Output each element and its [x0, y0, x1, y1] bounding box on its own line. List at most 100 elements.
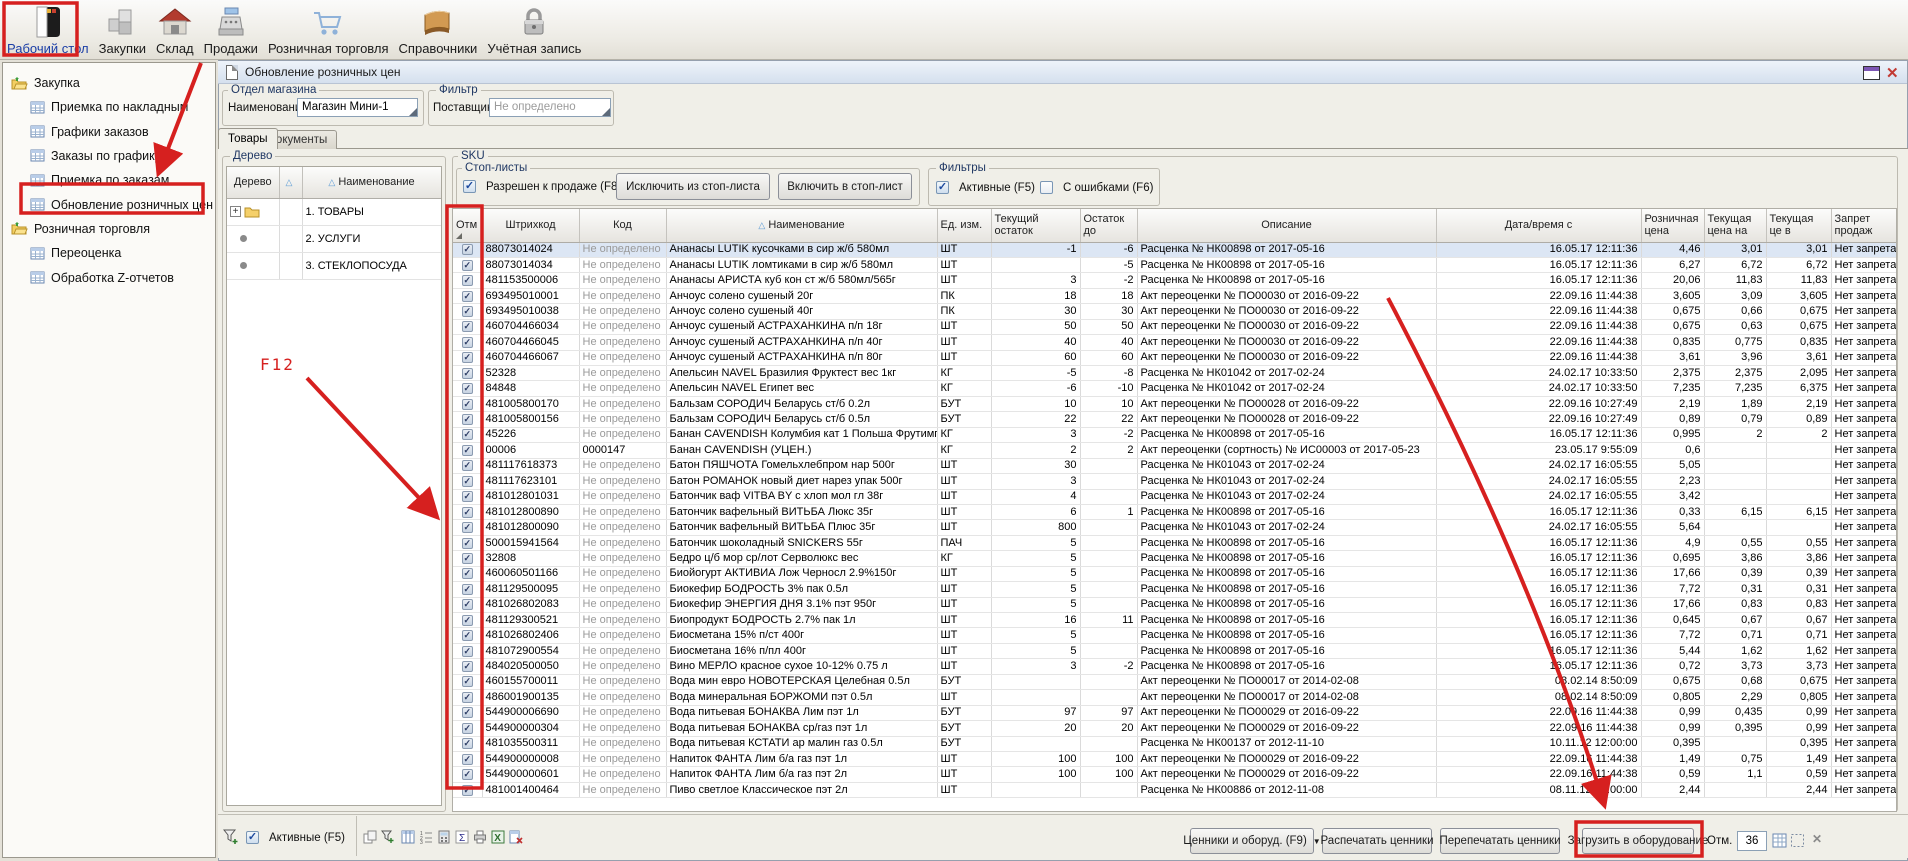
tab-goods[interactable]: Товары [218, 128, 278, 149]
table-row[interactable]: ✓481129500095Не определеноБиокефир БОДРО… [453, 582, 1896, 597]
row-select-cell[interactable]: ✓ [453, 381, 482, 396]
tree-col-sort[interactable]: △ [279, 167, 302, 198]
table-row[interactable]: ✓481117623101Не определеноБатон РОМАНОК … [453, 474, 1896, 489]
table-row[interactable]: ✓481117618373Не определеноБатон ПЯШЧОТА … [453, 458, 1896, 473]
row-checkbox[interactable]: ✓ [462, 368, 473, 379]
tree-row[interactable]: 3. СТЕКЛОПОСУДА [227, 252, 441, 279]
table-row[interactable]: ✓693495010001Не определеноАнчоус солено … [453, 288, 1896, 303]
row-checkbox[interactable]: ✓ [462, 754, 473, 765]
header-retail-price[interactable]: Розничная цена [1641, 209, 1704, 242]
row-select-cell[interactable]: ✓ [453, 582, 482, 597]
row-checkbox[interactable]: ✓ [462, 553, 473, 564]
row-select-cell[interactable]: ✓ [453, 412, 482, 427]
row-select-cell[interactable]: ✓ [453, 396, 482, 411]
sidebar-group-retail[interactable]: Розничная торговля [3, 217, 215, 241]
header-code[interactable]: Код [579, 209, 666, 242]
row-select-cell[interactable]: ✓ [453, 257, 482, 272]
row-select-cell[interactable]: ✓ [453, 350, 482, 365]
row-select-cell[interactable]: ✓ [453, 366, 482, 381]
row-checkbox[interactable]: ✓ [462, 399, 473, 410]
copy-special-icon[interactable] [362, 829, 377, 844]
grid-icon[interactable] [1772, 833, 1787, 848]
row-checkbox[interactable]: ✓ [462, 275, 473, 286]
filter-plus-icon[interactable] [223, 829, 240, 845]
header-current-price-na[interactable]: Текущая цена на [1704, 209, 1766, 242]
table-row[interactable]: ✓88073014024Не определеноАнанасы LUTIK к… [453, 242, 1896, 257]
row-select-cell[interactable]: ✓ [453, 319, 482, 334]
table-row[interactable]: ✓481001400464Не определеноПиво светлое К… [453, 782, 1896, 797]
allow-sale-checkbox[interactable]: ✓ [463, 180, 476, 193]
row-checkbox[interactable]: ✓ [462, 321, 473, 332]
row-select-cell[interactable]: ✓ [453, 690, 482, 705]
row-checkbox[interactable]: ✓ [462, 676, 473, 687]
row-select-cell[interactable]: ✓ [453, 304, 482, 319]
row-checkbox[interactable]: ✓ [462, 414, 473, 425]
table-row[interactable]: ✓88073014034Не определеноАнанасы LUTIK л… [453, 257, 1896, 272]
row-checkbox[interactable]: ✓ [462, 507, 473, 518]
numbering-icon[interactable]: 123 [418, 829, 433, 844]
toolbar-item-purchases[interactable]: Закупки [94, 2, 151, 58]
filter-plus-icon[interactable] [380, 829, 395, 844]
tree-col-tree[interactable]: Дерево [227, 167, 279, 198]
table-row[interactable]: ✓460704466034Не определеноАнчоус сушеный… [453, 319, 1896, 334]
active-filter-checkbox[interactable]: ✓ [936, 181, 949, 194]
table-row[interactable]: ✓484020500050Не определеноВино МЕРЛО кра… [453, 659, 1896, 674]
close-panel-icon[interactable]: ✕ [1812, 832, 1822, 846]
row-select-cell[interactable]: ✓ [453, 751, 482, 766]
row-select-cell[interactable]: ✓ [453, 782, 482, 797]
department-name-input[interactable]: Магазин Мини-1 [297, 98, 418, 117]
toolbar-item-references[interactable]: Справочники [394, 2, 483, 58]
row-select-cell[interactable]: ✓ [453, 335, 482, 350]
toolbar-item-sales[interactable]: Продажи [199, 2, 263, 58]
sidebar-item-retail-price-update[interactable]: Обновление розничных цен [3, 193, 215, 217]
row-checkbox[interactable]: ✓ [462, 769, 473, 780]
row-select-cell[interactable]: ✓ [453, 520, 482, 535]
row-select-cell[interactable]: ✓ [453, 736, 482, 751]
row-select-cell[interactable]: ✓ [453, 443, 482, 458]
row-select-cell[interactable]: ✓ [453, 504, 482, 519]
row-checkbox[interactable]: ✓ [462, 476, 473, 487]
row-checkbox[interactable]: ✓ [462, 692, 473, 703]
row-checkbox[interactable]: ✓ [462, 538, 473, 549]
table-row[interactable]: ✓32808Не определеноБедро ц/б мор ср/лот … [453, 551, 1896, 566]
table-row[interactable]: ✓45226Не определеноБанан CAVENDISH Колум… [453, 427, 1896, 442]
row-select-cell[interactable]: ✓ [453, 643, 482, 658]
row-checkbox[interactable]: ✓ [462, 445, 473, 456]
row-select-cell[interactable]: ✓ [453, 242, 482, 257]
row-checkbox[interactable]: ✓ [462, 491, 473, 502]
table-row[interactable]: ✓481153500006Не определеноАнанасы АРИСТА… [453, 273, 1896, 288]
row-select-cell[interactable]: ✓ [453, 721, 482, 736]
row-checkbox[interactable]: ✓ [462, 291, 473, 302]
row-checkbox[interactable]: ✓ [462, 306, 473, 317]
table-row[interactable]: ✓460060501166Не определеноБиойогурт АКТИ… [453, 566, 1896, 581]
row-select-cell[interactable]: ✓ [453, 474, 482, 489]
row-checkbox[interactable]: ✓ [462, 707, 473, 718]
table-row[interactable]: ✓486001900135Не определеноВода минеральн… [453, 690, 1896, 705]
supplier-input[interactable]: Не определено [489, 98, 611, 117]
row-checkbox[interactable]: ✓ [462, 337, 473, 348]
table-row[interactable]: ✓52328Не определеноАпельсин NAVEL Бразил… [453, 366, 1896, 381]
table-row[interactable]: ✓460704466045Не определеноАнчоус сушеный… [453, 335, 1896, 350]
load-to-equipment-button[interactable]: Загрузить в оборудование [1582, 828, 1694, 854]
row-select-cell[interactable]: ✓ [453, 628, 482, 643]
row-select-cell[interactable]: ✓ [453, 489, 482, 504]
row-select-cell[interactable]: ✓ [453, 458, 482, 473]
sidebar-item-priemka-nakladnym[interactable]: Приемка по накладным [3, 95, 215, 119]
document-titlebar[interactable]: Обновление розничных цен [218, 61, 1907, 84]
maximize-button[interactable] [1863, 66, 1880, 80]
tree-row[interactable]: 2. УСЛУГИ [227, 225, 441, 252]
header-name[interactable]: △Наименование [666, 209, 937, 242]
tree-col-name[interactable]: △Наименование [302, 167, 441, 198]
tree-expander-icon[interactable]: + [230, 206, 241, 217]
table-row[interactable]: ✓544900000601Не определеноНапиток ФАНТА … [453, 767, 1896, 782]
row-select-cell[interactable]: ✓ [453, 427, 482, 442]
table-row[interactable]: ✓460155700011Не определеноВода мин евро … [453, 674, 1896, 689]
table-row[interactable]: ✓481026802406Не определеноБиосметана 15%… [453, 628, 1896, 643]
toolbar-item-account[interactable]: Учётная запись [482, 2, 586, 58]
row-select-cell[interactable]: ✓ [453, 535, 482, 550]
row-checkbox[interactable]: ✓ [462, 584, 473, 595]
sidebar-item-grafiki-zakazov[interactable]: Графики заказов [3, 119, 215, 143]
toolbar-item-workspace[interactable]: Рабочий стол [2, 2, 94, 58]
pricetags-equipment-dropdown[interactable]: Ценники и оборуд. (F9)▼ [1190, 828, 1314, 854]
header-barcode[interactable]: Штрихкод [482, 209, 579, 242]
